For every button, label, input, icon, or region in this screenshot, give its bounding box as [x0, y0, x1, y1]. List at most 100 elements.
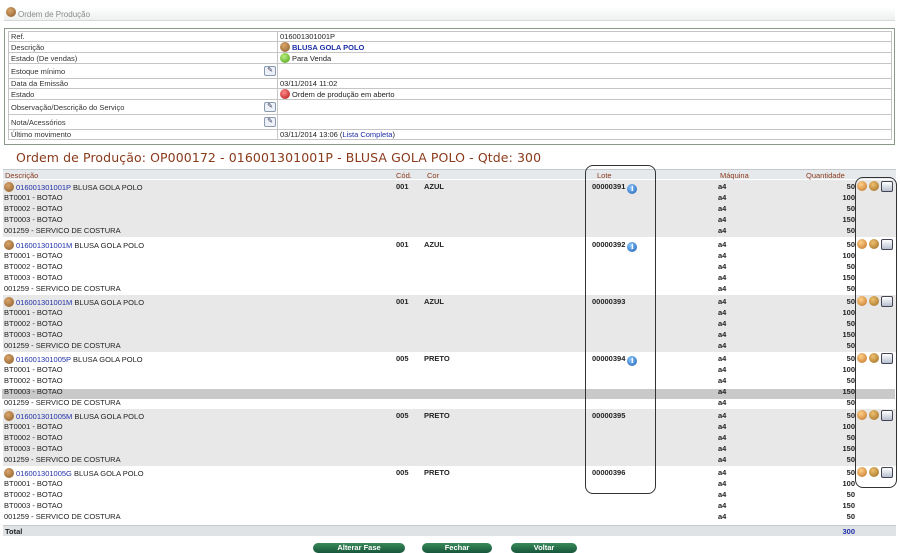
component-qty: 150: [842, 215, 855, 224]
component-maquina: a4: [718, 273, 727, 282]
product-cod: 001: [396, 182, 409, 191]
edit-icon[interactable]: ✎: [264, 117, 276, 127]
product-qty: 50: [846, 297, 855, 306]
product-cod: 001: [396, 297, 409, 306]
highlighted-row: [2, 389, 895, 399]
product-maquina: a4: [718, 240, 727, 249]
col-maquina: Máquina: [720, 171, 749, 180]
info-label-observacao: Observação/Descrição do Serviço: [11, 102, 125, 112]
component-maquina: a4: [718, 308, 727, 317]
edit-icon[interactable]: ✎: [264, 102, 276, 112]
product-qty: 50: [846, 182, 855, 191]
component-qty: 50: [846, 512, 855, 521]
product-cod: 005: [396, 354, 409, 363]
info-label-nota-cell: Nota/Acessórios ✎: [8, 114, 278, 130]
component-name: BT0001 - BOTAO: [4, 308, 63, 317]
info-value-observacao: [277, 99, 892, 115]
info-label-estado: Estado: [8, 88, 278, 100]
component-maquina: a4: [718, 251, 727, 260]
component-maquina: a4: [718, 398, 727, 407]
component-name: BT0002 - BOTAO: [4, 433, 63, 442]
total-value: 300: [842, 527, 855, 536]
info-label-estoque-cell: Estoque mínimo ✎: [8, 63, 278, 79]
info-value-descricao-cell: BLUSA GOLA POLO: [277, 41, 892, 53]
component-name: BT0001 - BOTAO: [4, 422, 63, 431]
product-maquina: a4: [718, 468, 727, 477]
product-maquina: a4: [718, 411, 727, 420]
component-qty: 50: [846, 204, 855, 213]
component-maquina: a4: [718, 226, 727, 235]
component-maquina: a4: [718, 215, 727, 224]
product-qty: 50: [846, 411, 855, 420]
product-qty: 50: [846, 240, 855, 249]
component-qty: 50: [846, 455, 855, 464]
component-maquina: a4: [718, 490, 727, 499]
component-maquina: a4: [718, 433, 727, 442]
lista-completa-link[interactable]: Lista Completa: [342, 130, 392, 139]
product-name: BLUSA GOLA POLO: [73, 469, 144, 478]
component-maquina: a4: [718, 444, 727, 453]
component-name: BT0003 - BOTAO: [4, 330, 63, 339]
order-group: 016001301005G BLUSA GOLA POLO 005 PRETO 000…: [3, 466, 896, 523]
total-label: Total: [5, 527, 23, 536]
product-line: 016001301005G BLUSA GOLA POLO: [4, 468, 144, 478]
status-icon: [280, 89, 290, 99]
product-cor: AZUL: [424, 297, 444, 306]
component-qty: 50: [846, 319, 855, 328]
product-line: 016001301005M BLUSA GOLA POLO: [4, 411, 144, 421]
product-code-link[interactable]: 016001301001M: [16, 298, 72, 307]
component-maquina: a4: [718, 422, 727, 431]
component-maquina: a4: [718, 330, 727, 339]
component-name: BT0002 - BOTAO: [4, 204, 63, 213]
info-value-ultimo: 03/11/2014 13:06 (: [280, 130, 343, 139]
product-code-link[interactable]: 016001301005P: [16, 355, 71, 364]
product-cod: 001: [396, 240, 409, 249]
product-code-link[interactable]: 016001301001M: [16, 241, 72, 250]
product-qty: 50: [846, 354, 855, 363]
component-qty: 50: [846, 433, 855, 442]
info-label-observacao-cell: Observação/Descrição do Serviço ✎: [8, 99, 278, 115]
info-value-ultimo-suffix: ): [392, 130, 395, 139]
lote-highlight-box: [585, 165, 656, 494]
info-value-ultimo-cell: 03/11/2014 13:06 (Lista Completa): [277, 129, 892, 140]
product-code-link[interactable]: 016001301005M: [16, 412, 72, 421]
component-qty: 150: [842, 444, 855, 453]
component-maquina: a4: [718, 319, 727, 328]
product-icon: [4, 182, 14, 192]
component-name: BT0003 - BOTAO: [4, 273, 63, 282]
component-qty: 100: [842, 422, 855, 431]
component-name: BT0003 - BOTAO: [4, 444, 63, 453]
product-code-link[interactable]: 016001301001P: [16, 183, 71, 192]
info-value-estado-vendas-cell: Para Venda: [277, 52, 892, 64]
product-code-link[interactable]: 016001301005G: [16, 469, 72, 478]
component-maquina: a4: [718, 262, 727, 271]
info-value-estoque: [277, 63, 892, 79]
product-cod: 005: [396, 411, 409, 420]
info-value-descricao[interactable]: BLUSA GOLA POLO: [292, 43, 364, 52]
fechar-button[interactable]: Fechar: [422, 543, 492, 553]
voltar-button[interactable]: Voltar: [511, 543, 577, 553]
component-name: BT0002 - BOTAO: [4, 490, 63, 499]
order-title: Ordem de Produção: OP000172 - 0160013010…: [16, 150, 542, 165]
component-name: BT0002 - BOTAO: [4, 262, 63, 271]
product-name: BLUSA GOLA POLO: [74, 298, 145, 307]
component-name: 001259 - SERVICO DE COSTURA: [4, 455, 121, 464]
product-cor: AZUL: [424, 240, 444, 249]
product-cor: PRETO: [424, 468, 450, 477]
component-name: BT0001 - BOTAO: [4, 365, 63, 374]
order-group: 016001301005M BLUSA GOLA POLO 005 PRETO 000…: [3, 409, 896, 466]
order-group: 016001301005P BLUSA GOLA POLO 005 PRETO 000…: [2, 352, 896, 409]
alterar-fase-button[interactable]: Alterar Fase: [313, 543, 405, 553]
component-qty: 150: [842, 387, 855, 396]
col-cor: Cor: [427, 171, 440, 180]
product-cod: 005: [396, 468, 409, 477]
info-value-estado: Ordem de produção em aberto: [292, 90, 395, 99]
product-line: 016001301005P BLUSA GOLA POLO: [4, 354, 143, 364]
table-header: Descrição Cód. Cor Lote Máquina Quantida…: [3, 169, 896, 180]
component-name: 001259 - SERVICO DE COSTURA: [4, 284, 121, 293]
edit-icon[interactable]: ✎: [264, 66, 276, 76]
actions-highlight-box: [855, 177, 897, 488]
component-name: 001259 - SERVICO DE COSTURA: [4, 341, 121, 350]
component-maquina: a4: [718, 387, 727, 396]
component-qty: 50: [846, 341, 855, 350]
